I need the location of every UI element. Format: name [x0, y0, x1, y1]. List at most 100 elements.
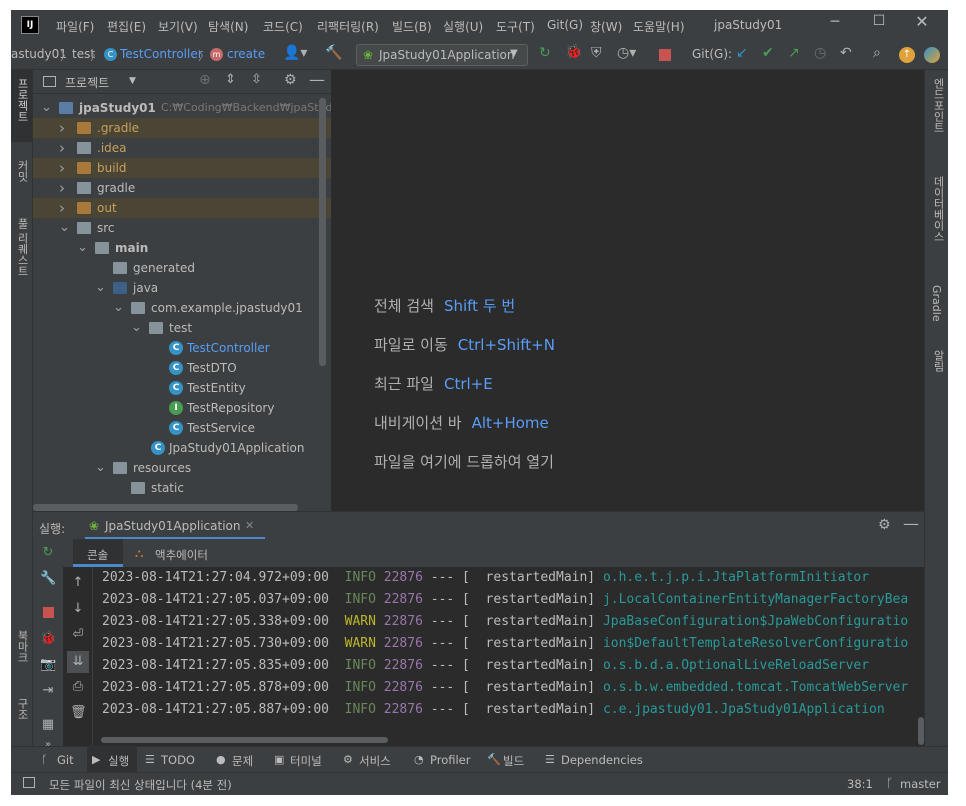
minimize-button[interactable]: ─	[823, 14, 847, 34]
menu-item[interactable]: 창(W)	[590, 18, 622, 35]
menu-item[interactable]: 파일(F)	[56, 18, 94, 35]
menu-item[interactable]: Git(G)	[547, 18, 583, 32]
run-tab[interactable]: ❀ JpaStudy01Application ✕	[85, 513, 265, 540]
tree-node[interactable]: › build	[33, 158, 331, 178]
project-tree-scrollbar[interactable]	[319, 98, 326, 366]
tool-tab-profiler[interactable]: Profiler	[430, 753, 471, 767]
git-history-icon[interactable]: ◷	[814, 45, 826, 61]
collapse-all-icon[interactable]: ⇳	[251, 72, 262, 87]
build-hammer-icon[interactable]: 🔨	[325, 45, 342, 61]
tool-tab-terminal[interactable]: 터미널	[290, 753, 322, 769]
chevron-down-icon[interactable]: ⌄	[41, 98, 53, 118]
git-update-icon[interactable]: ↙	[736, 45, 748, 61]
layout-icon[interactable]: ▦	[40, 717, 56, 732]
tool-tab-dependencies[interactable]: Dependencies	[561, 753, 643, 767]
print-icon[interactable]: ⎙	[70, 679, 86, 694]
tool-tab-run[interactable]: 실행	[108, 753, 129, 769]
run-config-select[interactable]: ❀ JpaStudy01Application ▼	[356, 44, 528, 66]
tree-node[interactable]: ⌄ java	[33, 278, 331, 298]
project-tree-hscrollbar[interactable]	[33, 504, 298, 511]
project-panel-title[interactable]: 프로젝트	[65, 74, 109, 91]
tree-node[interactable]: ⌄ jpaStudy01 C:₩Coding₩Backend₩jpaStudy01	[33, 98, 331, 118]
tree-node[interactable]: › out	[33, 198, 331, 218]
wrench-icon[interactable]: 🔧	[40, 571, 56, 586]
update-icon[interactable]: ↑	[899, 47, 915, 63]
chevron-right-icon[interactable]: ›	[59, 198, 71, 218]
actuator-subtab[interactable]: 액추에이터	[155, 547, 208, 563]
stop-icon[interactable]	[43, 607, 54, 618]
git-push-icon[interactable]: ↗	[788, 45, 800, 61]
soft-wrap-icon[interactable]: ⏎	[70, 627, 86, 642]
tree-node[interactable]: I TestRepository	[33, 398, 331, 418]
commit-tool-label[interactable]: 커밋	[14, 160, 30, 182]
tree-node[interactable]: ⌄ main	[33, 238, 331, 258]
tree-node[interactable]: ⌄ com.example.jpastudy01	[33, 298, 331, 318]
menu-item[interactable]: 실행(U)	[443, 18, 483, 35]
tree-node[interactable]: C TestController	[33, 338, 331, 358]
caret-position[interactable]: 38:1	[847, 777, 873, 791]
debug-icon[interactable]: 🐞	[565, 44, 582, 60]
tree-node[interactable]: C TestEntity	[33, 378, 331, 398]
hide-panel-icon[interactable]: —	[309, 70, 325, 89]
stop-icon[interactable]	[659, 49, 671, 61]
git-branch[interactable]: master	[900, 777, 941, 791]
maximize-button[interactable]: ☐	[867, 13, 891, 33]
menu-item[interactable]: 코드(C)	[263, 18, 303, 35]
tree-node[interactable]: static	[33, 478, 331, 498]
tool-tab-git[interactable]: Git	[57, 753, 74, 767]
tree-node[interactable]: C TestDTO	[33, 358, 331, 378]
console-vscrollbar[interactable]	[918, 717, 924, 745]
chevron-right-icon[interactable]: ›	[59, 158, 71, 178]
chevron-right-icon[interactable]: ›	[59, 138, 71, 158]
user-icon[interactable]: 👤▾	[283, 45, 307, 61]
undo-icon[interactable]: ↶	[840, 45, 852, 61]
rerun-icon[interactable]: ↻	[539, 45, 551, 61]
menu-item[interactable]: 리팩터링(R)	[317, 18, 379, 35]
chevron-down-icon[interactable]: ⌄	[131, 318, 143, 338]
endpoints-tool-label[interactable]: 엔드포인트	[930, 78, 946, 133]
chevron-right-icon[interactable]: ›	[59, 118, 71, 138]
toggle-layout-icon[interactable]	[23, 777, 35, 788]
pull-request-tool-label[interactable]: 풀 리퀘스트	[14, 218, 30, 277]
gradle-tool-label[interactable]: Gradle	[930, 285, 943, 322]
breadcrumb-project[interactable]: astudy01	[11, 47, 67, 61]
gear-icon[interactable]: ⚙	[878, 517, 891, 533]
notifications-tool-label[interactable]: 알림	[930, 350, 946, 372]
structure-tool-label[interactable]: 구조	[14, 698, 30, 720]
tree-node[interactable]: ⌄ test	[33, 318, 331, 338]
chevron-down-icon[interactable]: ⌄	[95, 458, 107, 478]
tree-node[interactable]: › .gradle	[33, 118, 331, 138]
trash-icon[interactable]: 🗑	[70, 705, 87, 720]
camera-icon[interactable]: 📷	[40, 657, 56, 672]
console-subtab[interactable]: 콘솔	[73, 539, 123, 567]
tool-tab-todo[interactable]: TODO	[161, 753, 195, 767]
hide-panel-icon[interactable]: —	[903, 514, 919, 533]
menu-item[interactable]: 빌드(B)	[392, 18, 432, 35]
tool-tab-services[interactable]: 서비스	[359, 753, 391, 769]
locate-icon[interactable]: ⊕	[199, 72, 211, 88]
chevron-right-icon[interactable]: ›	[59, 178, 71, 198]
breadcrumb-method[interactable]: create	[227, 47, 265, 61]
coverage-icon[interactable]: ⛨	[591, 45, 602, 61]
menu-item[interactable]: 탐색(N)	[208, 18, 248, 35]
scroll-down-icon[interactable]: ↓	[70, 601, 86, 616]
menu-item[interactable]: 편집(E)	[107, 18, 146, 35]
breadcrumb-class[interactable]: TestController	[120, 47, 203, 61]
profile-icon[interactable]: ◷▾	[617, 45, 636, 61]
tree-node[interactable]: › gradle	[33, 178, 331, 198]
chevron-down-icon[interactable]: ⌄	[113, 298, 125, 318]
menu-item[interactable]: 보기(V)	[158, 18, 198, 35]
expand-all-icon[interactable]: ⇕	[225, 72, 236, 87]
tree-node[interactable]: C TestService	[33, 418, 331, 438]
git-commit-icon[interactable]: ✔	[762, 45, 774, 61]
chevron-down-icon[interactable]: ⌄	[95, 278, 107, 298]
project-tool-label[interactable]: 프로젝트	[14, 78, 30, 122]
search-icon[interactable]: ⌕	[873, 45, 881, 61]
chevron-down-icon[interactable]: ▼	[129, 76, 136, 86]
tree-node[interactable]: generated	[33, 258, 331, 278]
chevron-down-icon[interactable]: ⌄	[77, 238, 89, 258]
rerun-icon[interactable]: ↻	[40, 545, 56, 560]
console-hscrollbar[interactable]	[101, 737, 388, 743]
bookmark-tool-label[interactable]: 북마크	[14, 630, 30, 663]
gear-icon[interactable]: ⚙	[284, 72, 297, 88]
